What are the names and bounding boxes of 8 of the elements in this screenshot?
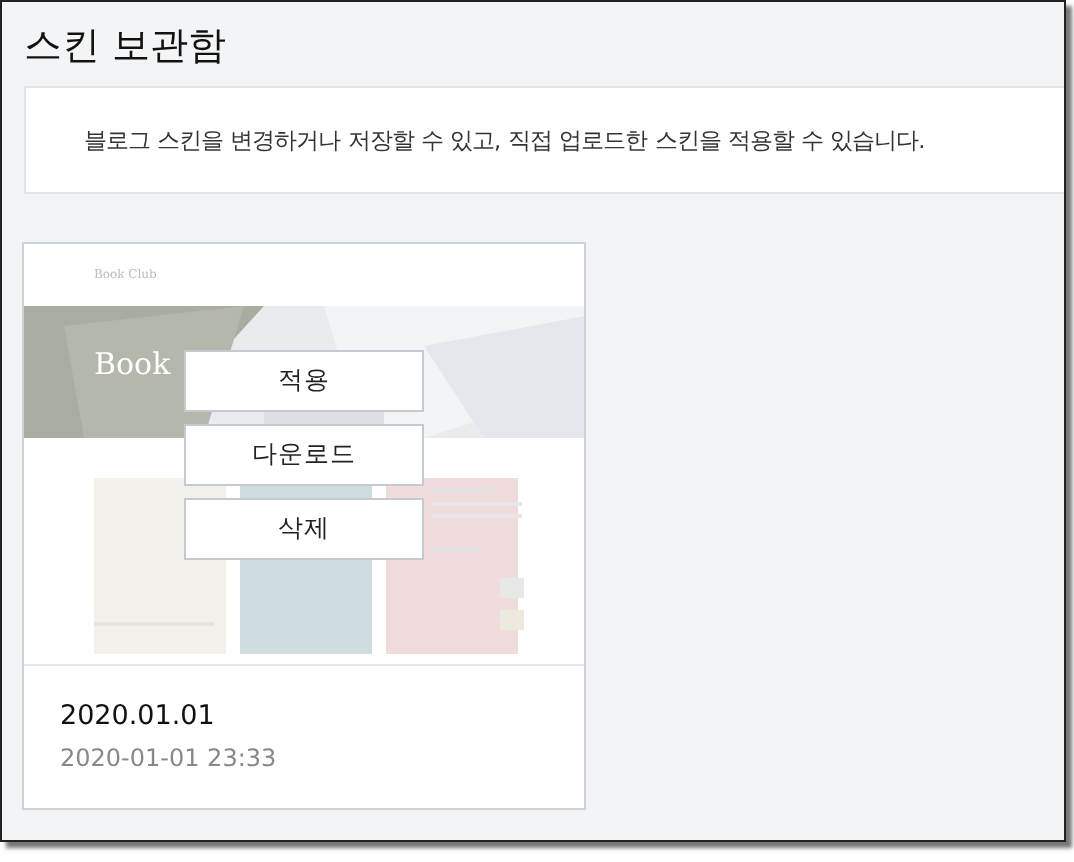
action-button[interactable]: 다운로드 (184, 424, 424, 486)
description-text: 블로그 스킨을 변경하거나 저장할 수 있고, 직접 업로드한 스킨을 적용할 수 있습니다. (84, 125, 926, 155)
page-title: 스킨 보관함 (22, 22, 229, 70)
skin-date: 2020-01-01 23:33 (58, 742, 279, 772)
skin-name: 2020.01.01 (58, 698, 217, 732)
action-button[interactable]: 적용 (184, 350, 424, 412)
hero-text: Book (94, 346, 171, 382)
action-button[interactable]: 삭제 (184, 498, 424, 560)
